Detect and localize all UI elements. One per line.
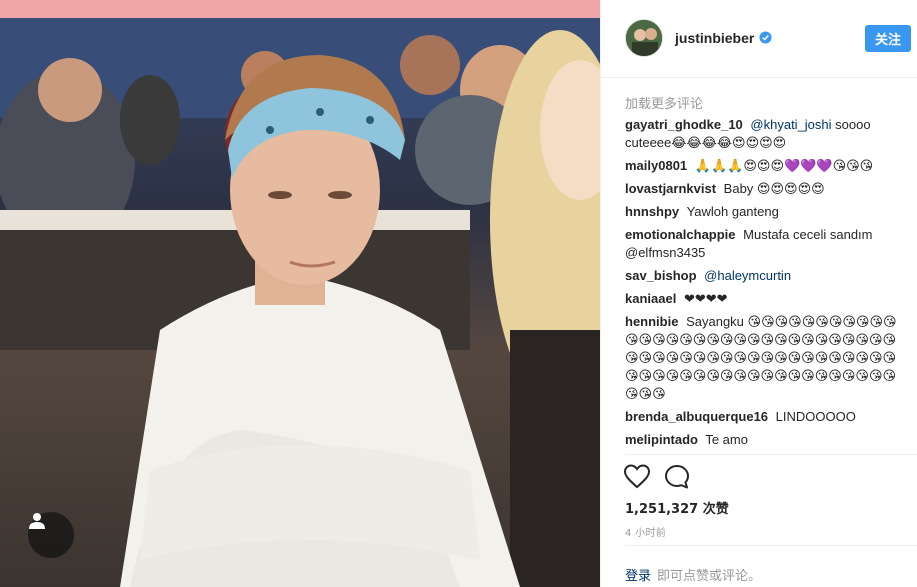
comment-item: hnnshpy Yawloh ganteng <box>625 203 909 221</box>
post-photo[interactable] <box>0 0 600 587</box>
login-prompt-text: 即可点赞或评论。 <box>657 569 762 584</box>
verified-badge-icon <box>759 31 772 44</box>
divider <box>625 454 917 455</box>
comment-bubble-icon <box>665 465 689 489</box>
comment-username[interactable]: kaniaael <box>625 291 676 306</box>
photo-illustration <box>0 0 600 587</box>
load-more-comments[interactable]: 加载更多评论 <box>625 93 703 112</box>
comment-item: emotionalchappie Mustafa ceceli sandım @… <box>625 226 909 262</box>
post-sidebar: justinbieber 关注 加载更多评论 gayatri_ghodke_10… <box>600 0 917 587</box>
username-link[interactable]: justinbieber <box>675 30 754 46</box>
heart-icon <box>623 464 651 489</box>
divider <box>625 545 917 546</box>
comment-username[interactable]: brenda_albuquerque16 <box>625 409 768 424</box>
comment-list: gayatri_ghodke_10 @khyati_joshi soooo cu… <box>625 116 909 454</box>
like-button[interactable] <box>623 463 651 491</box>
post-modal: justinbieber 关注 加载更多评论 gayatri_ghodke_10… <box>0 0 917 587</box>
avatar[interactable] <box>625 19 663 57</box>
follow-button[interactable]: 关注 <box>865 25 911 52</box>
comment-username[interactable]: hnnshpy <box>625 204 679 219</box>
comment-mention[interactable]: @haleymcurtin <box>704 268 791 283</box>
like-count[interactable]: 1,251,327 次赞 <box>625 498 729 517</box>
user-tag-icon <box>29 513 45 529</box>
comment-username[interactable]: sav_bishop <box>625 268 697 283</box>
comment-text: Te amo <box>705 432 748 447</box>
avatar-image <box>626 20 662 56</box>
login-link[interactable]: 登录 <box>625 569 651 584</box>
comment-username[interactable]: lovastjarnkvist <box>625 181 716 196</box>
comment-username[interactable]: hennibie <box>625 314 678 329</box>
comment-item: hennibie Sayangku 😘😘😘😘😘😘😘😘😘😘😘😘😘😘😘😘😘😘😘😘😘😘… <box>625 313 909 403</box>
comment-text: ❤❤❤❤ <box>683 291 728 306</box>
post-timestamp[interactable]: 4 小时前 <box>625 524 666 539</box>
comment-username[interactable]: emotionalchappie <box>625 227 736 242</box>
comment-button[interactable] <box>663 463 691 491</box>
comment-text: 🙏🙏🙏😍😍😍💜💜💜😘😘😘 <box>694 158 874 173</box>
comment-text: Baby 😍😍😍😍😍 <box>723 181 825 196</box>
comment-item: gayatri_ghodke_10 @khyati_joshi soooo cu… <box>625 116 909 152</box>
user-tag-button[interactable] <box>28 512 74 558</box>
comment-username[interactable]: melipintado <box>625 432 698 447</box>
comment-item: lovastjarnkvist Baby 😍😍😍😍😍 <box>625 180 909 198</box>
login-prompt: 登录 即可点赞或评论。 <box>625 565 761 584</box>
comment-item: kaniaael ❤❤❤❤ <box>625 290 909 308</box>
comment-username[interactable]: gayatri_ghodke_10 <box>625 117 743 132</box>
comment-mention[interactable]: @khyati_joshi <box>750 117 831 132</box>
comment-text: Yawloh ganteng <box>686 204 779 219</box>
comment-item: melipintado Te amo <box>625 431 909 449</box>
comment-text: LINDOOOOO <box>775 409 856 424</box>
comment-item: brenda_albuquerque16 LINDOOOOO <box>625 408 909 426</box>
post-header: justinbieber 关注 <box>601 0 917 78</box>
comment-item: maily0801 🙏🙏🙏😍😍😍💜💜💜😘😘😘 <box>625 157 909 175</box>
comment-username[interactable]: maily0801 <box>625 158 687 173</box>
comment-item: sav_bishop @haleymcurtin <box>625 267 909 285</box>
